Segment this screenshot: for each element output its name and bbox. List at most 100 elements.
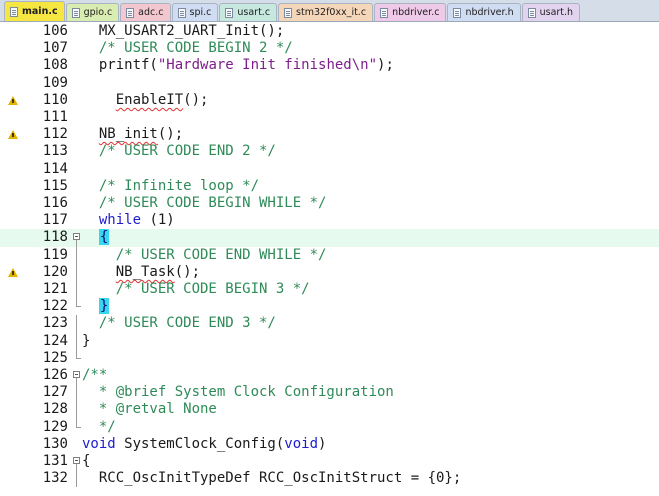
code-line[interactable]: 113 /* USER CODE END 2 */ bbox=[0, 143, 659, 160]
code-line[interactable]: 108 printf("Hardware Init finished\n"); bbox=[0, 57, 659, 74]
line-number: 117 bbox=[42, 212, 68, 229]
code-line[interactable]: 110 EnableIT(); bbox=[0, 92, 659, 109]
code-line[interactable]: 116 /* USER CODE BEGIN WHILE */ bbox=[0, 195, 659, 212]
code-comment: /* USER CODE BEGIN 3 */ bbox=[115, 281, 310, 297]
code-line[interactable]: 120 NB_Task(); bbox=[0, 263, 659, 281]
code-keyword: void bbox=[284, 435, 319, 452]
line-number: 120 bbox=[42, 263, 68, 280]
code-line[interactable]: 122 } bbox=[0, 298, 659, 315]
code-comment: /* USER CODE END 3 */ bbox=[98, 315, 276, 332]
code-comment: /** bbox=[82, 367, 108, 383]
tab-gpio-c[interactable]: gpio.c bbox=[65, 3, 120, 21]
code-line[interactable]: 106 MX_USART2_UART_Init(); bbox=[0, 23, 659, 40]
fold-toggle-icon[interactable] bbox=[73, 457, 80, 472]
code-line[interactable]: 129 */ bbox=[0, 418, 659, 436]
code-line[interactable]: 118 { bbox=[0, 229, 659, 249]
code-line[interactable]: 132 RCC_OscInitTypeDef RCC_OscInitStruct… bbox=[0, 470, 659, 488]
code-text: void SystemClock_Config(void) bbox=[82, 436, 326, 453]
code-line[interactable]: 109 bbox=[0, 75, 659, 92]
code-keyword: void bbox=[82, 435, 116, 452]
tab-label: nbdriver.c bbox=[392, 7, 440, 18]
code-text: /* USER CODE END WHILE */ bbox=[82, 246, 327, 264]
code-line[interactable]: 107 /* USER CODE BEGIN 2 */ bbox=[0, 40, 659, 57]
code-line[interactable]: 119 /* USER CODE END WHILE */ bbox=[0, 246, 659, 264]
code-token: (1) bbox=[141, 212, 175, 229]
code-line[interactable]: 124} bbox=[0, 332, 659, 350]
code-text: /* USER CODE END 2 */ bbox=[82, 143, 276, 160]
code-line[interactable]: 127 * @brief System Clock Configuration bbox=[0, 384, 659, 402]
file-icon bbox=[71, 7, 80, 18]
code-line[interactable]: 117 while (1) bbox=[0, 212, 659, 229]
code-token: MX_USART2_UART_Init(); bbox=[98, 23, 285, 39]
code-line[interactable]: 114 bbox=[0, 161, 659, 178]
code-line[interactable]: 112 NB_init(); bbox=[0, 126, 659, 143]
line-number: 107 bbox=[42, 40, 68, 57]
tab-label: adc.c bbox=[138, 7, 164, 18]
fold-guide bbox=[76, 332, 77, 350]
code-line[interactable]: 125 bbox=[0, 349, 659, 367]
code-identifier-warning: NB_init bbox=[98, 126, 158, 143]
code-text: /* USER CODE END 3 */ bbox=[82, 315, 276, 332]
code-comment: /* USER CODE END WHILE */ bbox=[115, 246, 327, 263]
tab-main-c[interactable]: main.c bbox=[4, 1, 65, 21]
tab-nbdriver-h[interactable]: nbdriver.h bbox=[447, 3, 521, 21]
code-line[interactable]: 115 /* Infinite loop */ bbox=[0, 178, 659, 195]
line-number: 114 bbox=[42, 160, 68, 177]
code-text: { bbox=[82, 453, 90, 470]
line-number: 131 bbox=[42, 453, 68, 469]
code-text: printf("Hardware Init finished\n"); bbox=[82, 57, 394, 74]
code-keyword: while bbox=[98, 212, 142, 229]
line-number: 116 bbox=[42, 195, 68, 211]
line-number: 113 bbox=[42, 143, 68, 160]
code-text: RCC_OscInitTypeDef RCC_OscInitStruct = {… bbox=[82, 470, 461, 487]
tab-usart-h[interactable]: usart.h bbox=[521, 3, 581, 21]
code-text: { bbox=[82, 229, 110, 246]
file-icon bbox=[177, 7, 186, 18]
tab-spi-c[interactable]: spi.c bbox=[171, 3, 219, 21]
code-text: MX_USART2_UART_Init(); bbox=[82, 23, 284, 40]
code-text: /* USER CODE BEGIN 2 */ bbox=[82, 40, 293, 57]
fold-toggle-icon[interactable] bbox=[73, 233, 80, 249]
tab-usart-c[interactable]: usart.c bbox=[219, 3, 278, 21]
code-comment: * @retval None bbox=[98, 401, 217, 418]
line-number: 109 bbox=[42, 74, 68, 91]
code-text: * @retval None bbox=[82, 401, 217, 418]
code-line[interactable]: 123 /* USER CODE END 3 */ bbox=[0, 315, 659, 333]
tab-stm32f0xx-it-c[interactable]: stm32f0xx_it.c bbox=[278, 3, 374, 21]
fold-end-marker bbox=[76, 306, 81, 308]
code-line[interactable]: 130 void SystemClock_Config(void) bbox=[0, 436, 659, 453]
warning-icon[interactable] bbox=[8, 95, 18, 105]
fold-guide bbox=[76, 470, 77, 488]
file-icon bbox=[380, 7, 389, 18]
warning-icon[interactable] bbox=[8, 267, 18, 277]
fold-toggle-icon[interactable] bbox=[73, 371, 80, 386]
code-line[interactable]: 126 /** bbox=[0, 367, 659, 386]
warning-icon[interactable] bbox=[8, 130, 18, 140]
code-line[interactable]: 111 bbox=[0, 109, 659, 126]
tab-nbdriver-c[interactable]: nbdriver.c bbox=[374, 3, 447, 21]
line-number: 128 bbox=[42, 401, 68, 418]
line-number: 126 bbox=[42, 367, 68, 383]
code-line[interactable]: 121 /* USER CODE BEGIN 3 */ bbox=[0, 281, 659, 299]
fold-guide bbox=[76, 401, 77, 419]
code-editor[interactable]: 106 MX_USART2_UART_Init(); 107 /* USER CO… bbox=[0, 22, 659, 496]
code-line[interactable]: 131 { bbox=[0, 453, 659, 472]
file-icon bbox=[453, 7, 462, 18]
code-token: } bbox=[82, 332, 91, 349]
code-text: NB_Task(); bbox=[82, 264, 200, 281]
line-number: 122 bbox=[42, 298, 68, 315]
code-token: ) bbox=[318, 435, 327, 452]
tab-adc-c[interactable]: adc.c bbox=[120, 3, 171, 21]
code-token: ); bbox=[377, 57, 394, 74]
code-line[interactable]: 128 * @retval None bbox=[0, 401, 659, 419]
